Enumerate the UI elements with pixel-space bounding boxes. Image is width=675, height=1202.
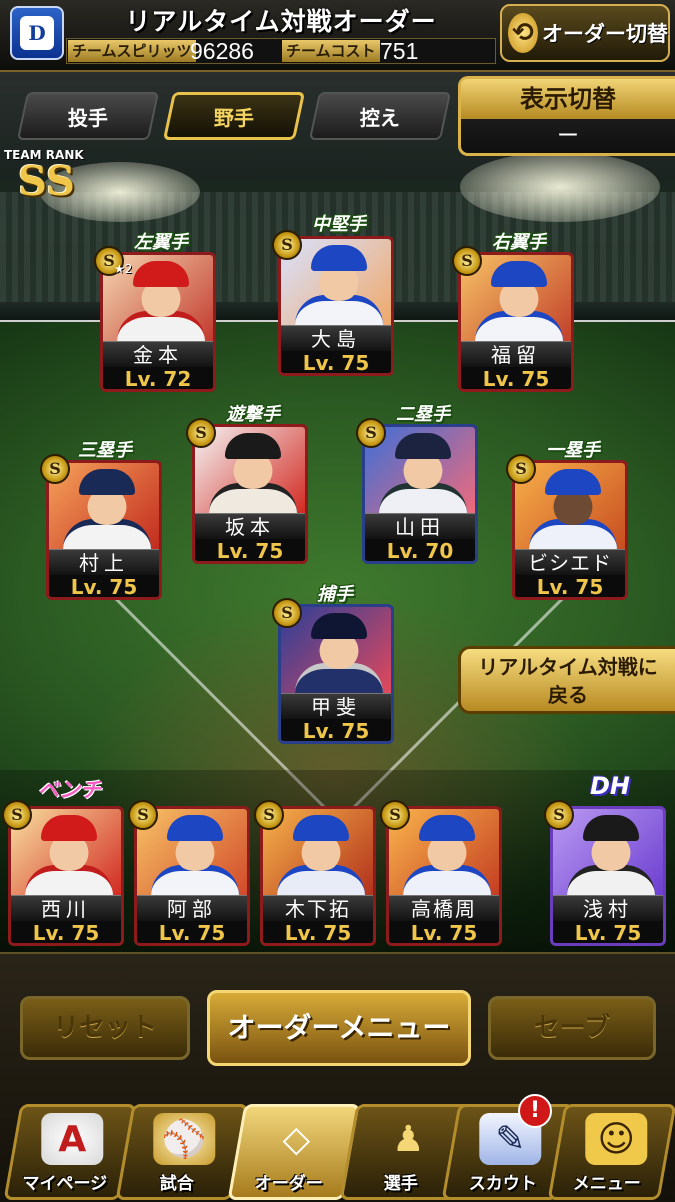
player-level: Lv. 75: [461, 367, 571, 389]
player-level: Lv. 75: [49, 575, 159, 597]
player-level: Lv. 72: [103, 367, 213, 389]
player-name: ビシエド: [515, 549, 625, 576]
nav-menu[interactable]: ☺ メニュー: [547, 1104, 675, 1200]
player-level: Lv. 75: [11, 921, 121, 943]
rank-s-badge-icon: S: [254, 800, 284, 830]
player-level: Lv. 75: [515, 575, 625, 597]
tab-pitcher-label: 投手: [68, 105, 108, 130]
mypage-a-icon: A: [41, 1113, 104, 1165]
swap-arrows-icon: ⟲: [508, 13, 538, 53]
display-switch-title: 表示切替: [461, 79, 675, 119]
rank-s-badge-icon: S: [356, 418, 386, 448]
field-diamond-icon: ◇: [282, 1118, 311, 1160]
player-name: 高橋周: [389, 895, 499, 922]
save-button[interactable]: セーブ: [488, 996, 656, 1060]
nav-match[interactable]: ⚾ 試合: [115, 1104, 249, 1200]
menu-character-icon: ☺: [585, 1113, 648, 1165]
nav-mypage[interactable]: A マイページ: [3, 1104, 137, 1200]
notification-alert-icon: !: [518, 1094, 552, 1128]
team-spirits-label: チームスピリッツ: [68, 40, 196, 62]
player-level: Lv. 75: [281, 719, 391, 741]
nav-players-label: 選手: [383, 1174, 418, 1194]
player-level: Lv. 75: [553, 921, 663, 943]
return-button-line2: 戻る: [548, 683, 588, 707]
player-name: 村上: [49, 549, 159, 576]
order-menu-button[interactable]: オーダーメニュー: [207, 990, 471, 1066]
return-to-realtime-button[interactable]: リアルタイム対戦に 戻る: [458, 646, 675, 714]
reset-button[interactable]: リセット: [20, 996, 190, 1060]
player-level: Lv. 75: [281, 351, 391, 373]
rarity-label: ★2: [114, 262, 133, 276]
team-rank-value: SS: [18, 158, 75, 205]
player-name: 大島: [281, 325, 391, 352]
team-rank-badge: TEAM RANK SS: [4, 148, 84, 202]
stadium-icon: ⚾: [153, 1113, 216, 1165]
player-level: Lv. 70: [365, 539, 475, 561]
display-switch-value: ー: [556, 124, 579, 149]
nav-scout-label: スカウト: [468, 1174, 537, 1194]
team-logo-mark: D: [20, 16, 54, 50]
nav-menu-label: メニュー: [572, 1174, 641, 1194]
nav-order[interactable]: ◇ オーダー: [227, 1104, 361, 1200]
rank-s-badge-icon: S: [272, 598, 302, 628]
rank-s-badge-icon: S: [128, 800, 158, 830]
player-name: 山田: [365, 513, 475, 540]
tab-pitcher[interactable]: 投手: [16, 92, 160, 140]
batter-silhouette-icon: ♟: [392, 1118, 425, 1160]
stadium-light: [460, 152, 660, 222]
rank-s-badge-icon: S: [544, 800, 574, 830]
tab-reserve[interactable]: 控え: [308, 92, 452, 140]
rank-s-badge-icon: S: [452, 246, 482, 276]
rank-s-badge-icon: S: [272, 230, 302, 260]
team-cost-label: チームコスト: [282, 40, 380, 62]
rank-s-badge-icon: S: [2, 800, 32, 830]
order-switch-button[interactable]: ⟲ オーダー切替: [500, 4, 670, 62]
player-name: 阿部: [137, 895, 247, 922]
team-cost-value: 751: [380, 38, 419, 64]
player-name: 甲斐: [281, 693, 391, 720]
rank-s-badge-icon: S: [380, 800, 410, 830]
player-name: 坂本: [195, 513, 305, 540]
nav-mypage-label: マイページ: [22, 1174, 108, 1194]
page-title: リアルタイム対戦オーダー: [125, 7, 437, 36]
player-level: Lv. 75: [137, 921, 247, 943]
player-name: 西川: [11, 895, 121, 922]
player-name: 浅村: [553, 895, 663, 922]
tab-reserve-label: 控え: [360, 105, 400, 130]
tab-fielder[interactable]: 野手: [162, 92, 306, 140]
dragons-logo-icon: D: [10, 6, 64, 60]
order-switch-label: オーダー切替: [542, 22, 668, 46]
player-name: 福留: [461, 341, 571, 368]
nav-match-label: 試合: [159, 1174, 194, 1194]
dh-label: DH: [590, 772, 631, 800]
player-level: Lv. 75: [195, 539, 305, 561]
rank-s-badge-icon: S: [506, 454, 536, 484]
rank-s-badge-icon: S: [186, 418, 216, 448]
player-level: Lv. 75: [263, 921, 373, 943]
tab-fielder-label: 野手: [214, 105, 254, 130]
player-level: Lv. 75: [389, 921, 499, 943]
return-button-line1: リアルタイム対戦に: [478, 655, 658, 679]
rank-s-badge-icon: S: [40, 454, 70, 484]
nav-order-label: オーダー: [254, 1174, 323, 1194]
team-spirits-value: 96286: [190, 38, 254, 64]
player-name: 金本: [103, 341, 213, 368]
bench-label: ベンチ: [38, 778, 101, 802]
display-switch-button[interactable]: 表示切替 ー: [458, 76, 675, 156]
player-name: 木下拓: [263, 895, 373, 922]
